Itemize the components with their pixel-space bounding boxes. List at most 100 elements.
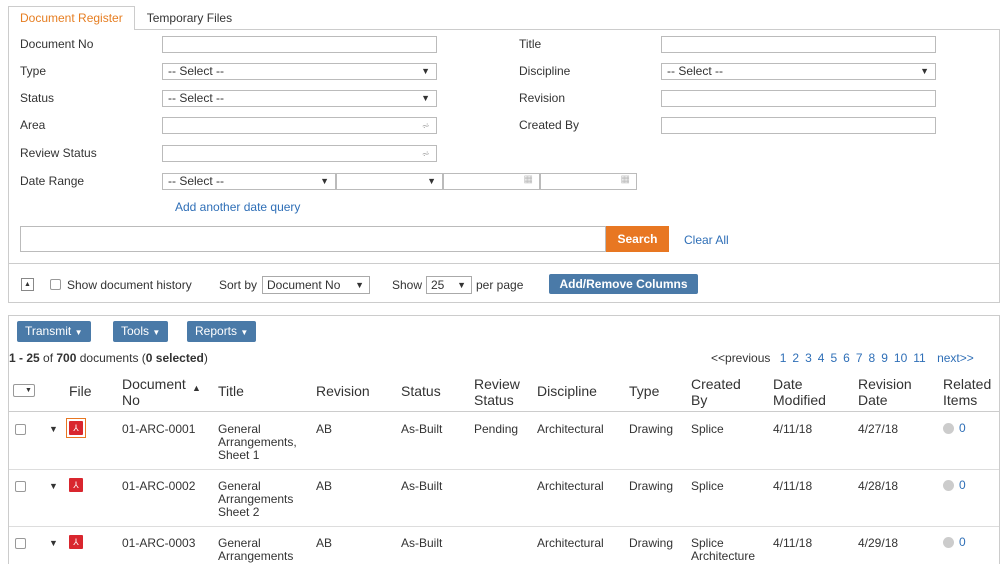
col-revision-date[interactable]: Revision Date	[858, 376, 918, 408]
pagination: <<previous 1 2 3 4 5 6 7 8 9 10 11 next>>	[711, 351, 974, 365]
table-row[interactable]: ▼ ⅄ 01-ARC-0003 General Arrangements AB As-Bu…	[9, 527, 999, 564]
col-review-status[interactable]: Review Status	[474, 376, 522, 408]
cell-title-link[interactable]: General Arrangements	[218, 537, 303, 563]
cell-revision: AB	[316, 479, 333, 493]
clear-all-link[interactable]: Clear All	[684, 233, 729, 247]
pagination-page[interactable]: 9	[881, 351, 888, 365]
pagination-page[interactable]: 4	[818, 351, 825, 365]
show-history-label: Show document history	[67, 278, 192, 292]
status-select[interactable]: -- Select -- ▼	[162, 90, 437, 107]
row-checkbox[interactable]	[15, 481, 26, 492]
review-status-multiselect[interactable]: ⩫	[162, 145, 437, 162]
cell-created-by: Splice	[691, 422, 724, 436]
pagination-page[interactable]: 2	[792, 351, 799, 365]
col-related-items[interactable]: Related Items	[943, 376, 999, 408]
col-title[interactable]: Title	[218, 383, 244, 399]
pdf-file-icon[interactable]: ⅄	[69, 535, 83, 549]
results-close: )	[203, 351, 208, 365]
pagination-page[interactable]: 6	[843, 351, 850, 365]
add-date-query-link[interactable]: Add another date query	[175, 200, 300, 214]
col-file[interactable]: File	[69, 383, 92, 399]
search-panel: Document No Title Type -- Select -- ▼ Di…	[8, 29, 1000, 301]
related-items[interactable]: 0	[943, 422, 966, 435]
title-input[interactable]	[661, 36, 936, 53]
pagination-next[interactable]: next>>	[937, 351, 974, 365]
date-range-field-select[interactable]: -- Select -- ▼	[162, 173, 336, 190]
results-total: 700	[56, 351, 77, 365]
col-document-no[interactable]: Document No	[122, 376, 202, 408]
tab-document-register[interactable]: Document Register	[8, 6, 135, 30]
calendar-icon: ▦	[523, 174, 533, 185]
row-expand-icon[interactable]: ▼	[49, 423, 58, 436]
col-discipline[interactable]: Discipline	[537, 383, 597, 399]
pagination-previous[interactable]: <<previous	[711, 351, 770, 365]
pdf-file-icon[interactable]: ⅄	[69, 421, 83, 435]
cell-discipline: Architectural	[537, 479, 604, 493]
related-items[interactable]: 0	[943, 536, 966, 549]
select-all-dropdown[interactable]: ▼	[13, 384, 35, 397]
cell-title-link[interactable]: General Arrangements Sheet 2	[218, 480, 303, 519]
type-select[interactable]: -- Select -- ▼	[162, 63, 437, 80]
options-bar: ▲ Show document history Sort by Document…	[8, 263, 1000, 303]
search-button[interactable]: Search	[606, 226, 669, 252]
chevron-down-icon: ▼	[320, 176, 329, 186]
pagination-page[interactable]: 8	[869, 351, 876, 365]
cell-created-by: Splice	[691, 479, 724, 493]
transmit-button[interactable]: Transmit ▼	[17, 321, 91, 342]
cell-review-status[interactable]: Pending	[474, 423, 518, 436]
related-items[interactable]: 0	[943, 479, 966, 492]
date-range-operator-select[interactable]: ▼	[336, 173, 443, 190]
cell-status: As-Built	[401, 422, 443, 436]
app-root: Document Register Temporary Files Docume…	[0, 0, 1000, 564]
area-multiselect[interactable]: ⩫	[162, 117, 437, 134]
pagination-page[interactable]: 1	[780, 351, 787, 365]
chevron-down-icon: ▼	[240, 328, 249, 337]
date-range-value: -- Select --	[168, 174, 225, 188]
table-row[interactable]: ▼ ⅄ 01-ARC-0001 General Arrangements, Sheet…	[9, 413, 999, 470]
cell-document-no: 01-ARC-0003	[122, 536, 196, 550]
show-history-checkbox[interactable]	[50, 279, 61, 290]
sort-by-select[interactable]: Document No ▼	[262, 276, 370, 294]
date-to-input[interactable]: ▦	[540, 173, 637, 190]
pagination-page[interactable]: 5	[830, 351, 837, 365]
document-no-input[interactable]	[162, 36, 437, 53]
col-type[interactable]: Type	[629, 383, 659, 399]
review-status-label: Review Status	[20, 146, 97, 160]
tab-temporary-files[interactable]: Temporary Files	[135, 6, 244, 30]
chevron-down-icon: ▼	[355, 280, 364, 290]
tab-bar: Document Register Temporary Files	[8, 6, 244, 30]
created-by-input[interactable]	[661, 117, 936, 134]
tools-button[interactable]: Tools ▼	[113, 321, 169, 342]
row-checkbox[interactable]	[15, 538, 26, 549]
col-status[interactable]: Status	[401, 383, 441, 399]
pagination-page[interactable]: 7	[856, 351, 863, 365]
revision-input[interactable]	[661, 90, 936, 107]
row-expand-icon[interactable]: ▼	[49, 480, 58, 493]
keyword-search-input[interactable]	[20, 226, 606, 252]
col-revision[interactable]: Revision	[316, 383, 370, 399]
reports-button[interactable]: Reports ▼	[187, 321, 257, 342]
cell-type: Drawing	[629, 422, 674, 436]
add-remove-columns-button[interactable]: Add/Remove Columns	[549, 274, 698, 294]
collapse-toggle-icon[interactable]: ▲	[21, 278, 34, 291]
cell-title-link[interactable]: General Arrangements, Sheet 1	[218, 423, 303, 462]
cell-status: As-Built	[401, 536, 443, 550]
pagination-page[interactable]: 10	[894, 351, 907, 365]
row-checkbox[interactable]	[15, 424, 26, 435]
col-created-by[interactable]: Created By	[691, 376, 745, 408]
col-date-modified[interactable]: Date Modified	[773, 376, 833, 408]
row-expand-icon[interactable]: ▼	[49, 537, 58, 550]
chevron-down-icon: ▼	[920, 66, 929, 76]
cell-created-by: Splice Architecture	[691, 536, 756, 563]
pagination-page[interactable]: 3	[805, 351, 812, 365]
discipline-label: Discipline	[519, 64, 571, 78]
table-row[interactable]: ▼ ⅄ 01-ARC-0002 General Arrangements Sheet …	[9, 470, 999, 527]
pagination-page[interactable]: 11	[913, 351, 925, 365]
cell-revision: AB	[316, 536, 333, 550]
page-size-select[interactable]: 25 ▼	[426, 276, 472, 294]
page-size-value: 25	[431, 278, 445, 292]
date-from-input[interactable]: ▦	[443, 173, 540, 190]
created-by-label: Created By	[519, 118, 580, 132]
pdf-file-icon[interactable]: ⅄	[69, 478, 83, 492]
discipline-select[interactable]: -- Select -- ▼	[661, 63, 936, 80]
